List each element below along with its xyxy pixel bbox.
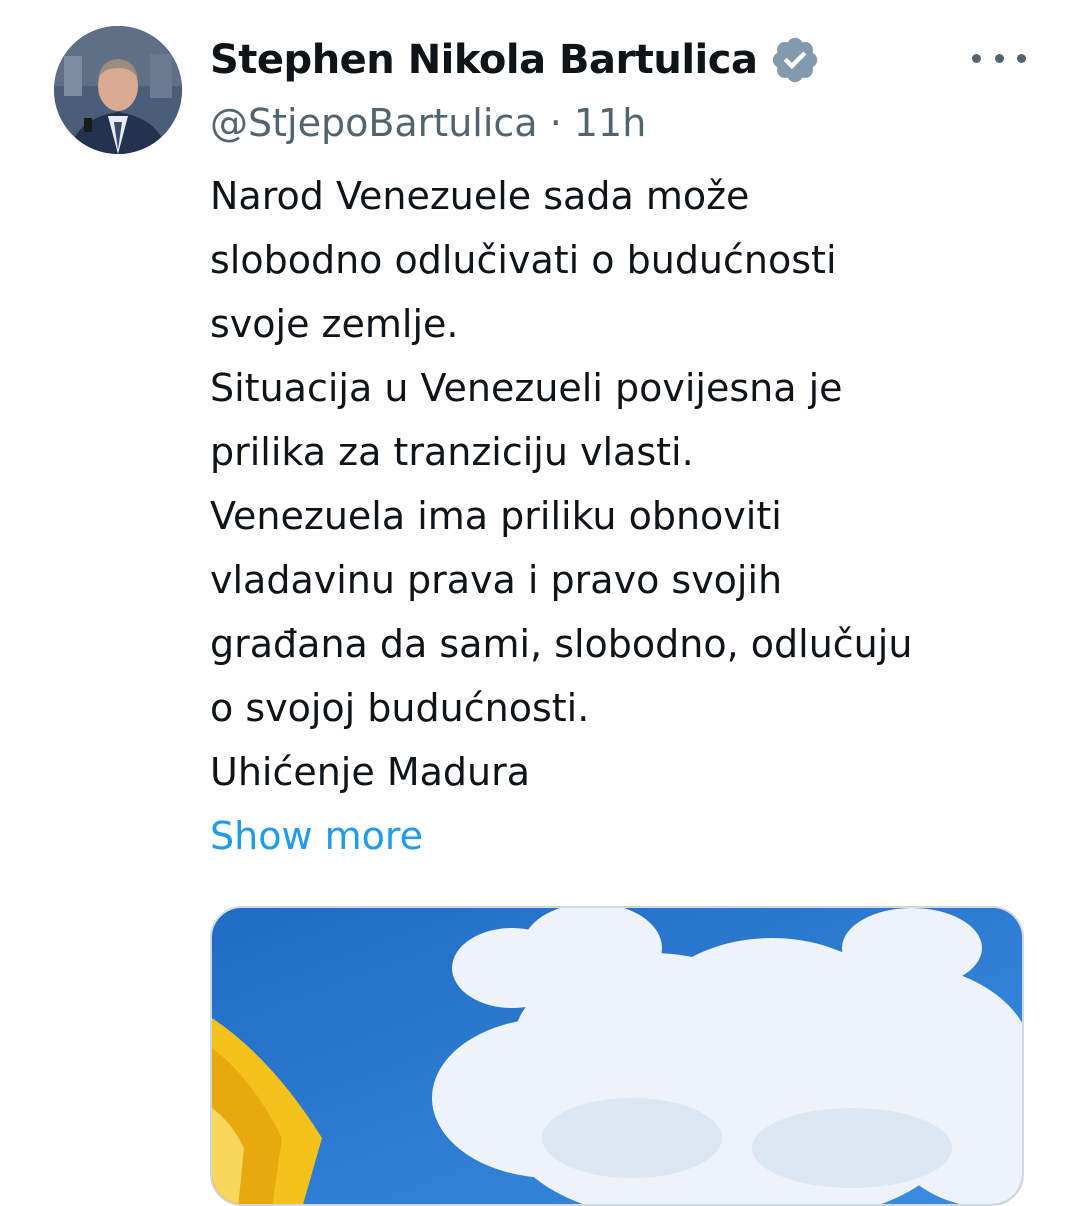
show-more-link[interactable]: Show more <box>210 804 423 868</box>
post-text-line: vladavinu prava i pravo svojih <box>210 558 783 602</box>
post-text: Narod Venezuele sada može slobodno odluč… <box>210 164 1030 804</box>
author-handle[interactable]: @StjepoBartulica <box>210 101 538 145</box>
handle-row: @StjepoBartulica · 11h <box>210 96 646 150</box>
avatar[interactable] <box>54 26 182 154</box>
dot <box>1017 53 1026 63</box>
post-time[interactable]: 11h <box>574 101 646 145</box>
post-text-line: o svojoj budućnosti. <box>210 686 590 730</box>
post-header: Stephen Nikola Bartulica <box>210 30 1010 90</box>
post-text-line: Situacija u Venezueli povijesna je <box>210 366 843 410</box>
author-display-name[interactable]: Stephen Nikola Bartulica <box>210 37 758 83</box>
post-text-line: slobodno odlučivati o budućnosti <box>210 238 837 282</box>
dot <box>994 53 1004 63</box>
post-media-image[interactable] <box>210 906 1024 1206</box>
more-dots-icon[interactable] <box>972 40 1026 76</box>
separator: · <box>549 101 562 145</box>
post-text-line: prilika za tranziciju vlasti. <box>210 430 694 474</box>
post-text-line: Uhićenje Madura <box>210 750 531 794</box>
post-text-line: svoje zemlje. <box>210 302 459 346</box>
post-text-line: Venezuela ima priliku obnoviti <box>210 494 782 538</box>
post-text-line: građana da sami, slobodno, odlučuju <box>210 622 913 666</box>
post-text-line: Narod Venezuele sada može <box>210 174 750 218</box>
tweet: Stephen Nikola Bartulica @StjepoBartulic… <box>0 0 1080 1206</box>
verified-badge-icon[interactable] <box>769 34 821 86</box>
name-row: Stephen Nikola Bartulica <box>210 30 1010 90</box>
dot <box>972 53 981 63</box>
